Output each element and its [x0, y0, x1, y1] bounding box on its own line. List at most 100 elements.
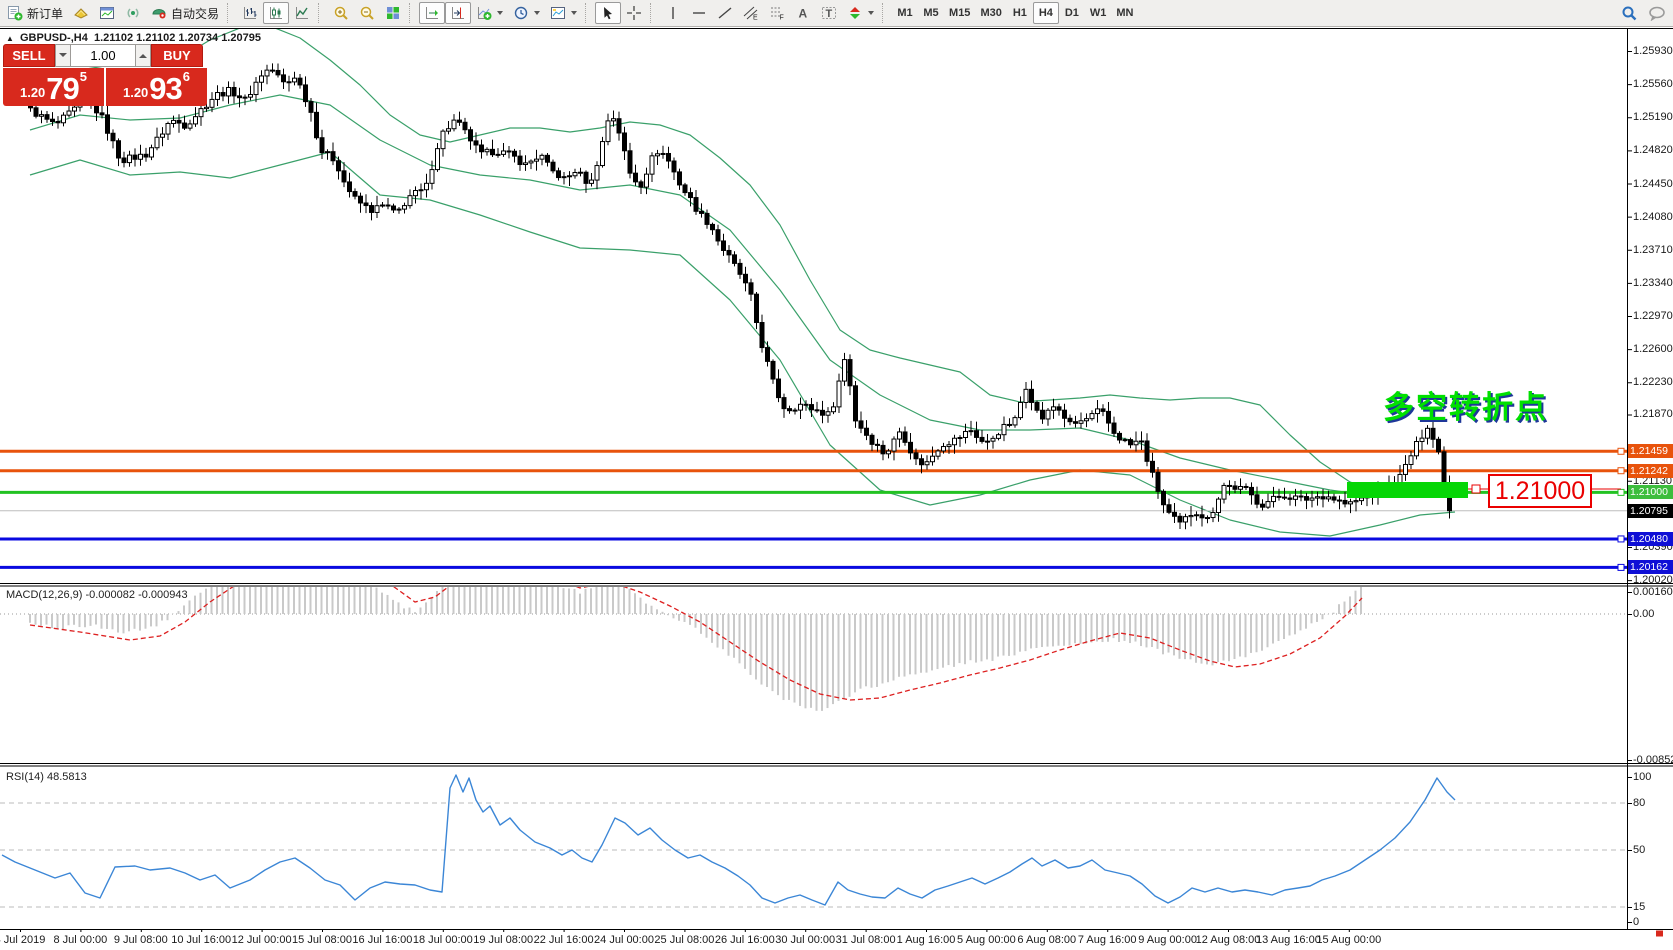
- fibonacci-button[interactable]: F: [764, 2, 790, 24]
- price-line-label: 1.21459: [1628, 444, 1673, 458]
- toolbar-separator: [585, 3, 592, 23]
- buy-button[interactable]: BUY: [151, 44, 203, 67]
- symbol-title: GBPUSD-,H4: [20, 32, 88, 44]
- toolbar-separator: [409, 3, 416, 23]
- zoom-out-button[interactable]: [354, 2, 380, 24]
- candlestick-chart-button[interactable]: [263, 2, 289, 24]
- bid-price[interactable]: 1.20 79 5: [3, 68, 104, 106]
- price-tick-label: 80: [1633, 797, 1645, 809]
- time-tick-label: 6 Aug 08:00: [1017, 934, 1076, 946]
- ask-pipette: 6: [183, 72, 190, 82]
- time-tick-label: 5 Aug 00:00: [957, 934, 1016, 946]
- price-tick-label: 1.25190: [1633, 111, 1673, 123]
- clock-icon: [513, 5, 529, 21]
- price-tick-label: 1.25930: [1633, 45, 1673, 57]
- autotrading-button[interactable]: 自动交易: [146, 2, 224, 24]
- text-label-button[interactable]: T: [816, 2, 842, 24]
- svg-text:T: T: [826, 8, 833, 20]
- timeframe-M1[interactable]: M1: [892, 2, 918, 24]
- horizontal-line-button[interactable]: [686, 2, 712, 24]
- periods-button[interactable]: [508, 2, 545, 24]
- ask-prefix: 1.20: [123, 82, 148, 104]
- volume-input[interactable]: [71, 44, 135, 67]
- bid-prefix: 1.20: [20, 82, 45, 104]
- chat-bubble-icon: [1648, 5, 1666, 21]
- sell-button[interactable]: SELL: [3, 44, 55, 67]
- timeframe-M30[interactable]: M30: [975, 2, 1006, 24]
- chart-shift-button[interactable]: [445, 2, 471, 24]
- timeframe-M15[interactable]: M15: [944, 2, 975, 24]
- svg-text:F: F: [780, 15, 784, 22]
- time-tick-label: 19 Jul 08:00: [473, 934, 533, 946]
- toolbar-separator: [227, 3, 234, 23]
- timeframe-W1[interactable]: W1: [1085, 2, 1112, 24]
- time-tick-label: 9 Jul 08:00: [114, 934, 168, 946]
- equidistant-channel-button[interactable]: E: [738, 2, 764, 24]
- zoom-out-icon: [359, 5, 375, 21]
- chart-window-button[interactable]: [94, 2, 120, 24]
- signals-button[interactable]: [120, 2, 146, 24]
- dropdown-caret-icon: [497, 11, 503, 15]
- signal-icon: [125, 5, 141, 21]
- price-line-label: 1.20162: [1628, 560, 1673, 574]
- tile-windows-button[interactable]: [380, 2, 406, 24]
- line-chart-icon: [294, 5, 310, 21]
- price-tick-label: 0: [1633, 916, 1639, 928]
- templates-button[interactable]: [545, 2, 582, 24]
- market-watch-button[interactable]: [68, 2, 94, 24]
- chat-button[interactable]: [1643, 2, 1671, 24]
- vertical-line-button[interactable]: [660, 2, 686, 24]
- price-callout-label[interactable]: 1.21000: [1488, 474, 1592, 508]
- chart-window-icon: [99, 5, 115, 21]
- text-button[interactable]: A: [790, 2, 816, 24]
- zoom-in-button[interactable]: [328, 2, 354, 24]
- timeframe-M5[interactable]: M5: [918, 2, 944, 24]
- price-tick-label: 50: [1633, 844, 1645, 856]
- time-tick-label: 26 Jul 16:00: [715, 934, 775, 946]
- candlestick-chart-icon: [268, 5, 284, 21]
- bar-chart-button[interactable]: [237, 2, 263, 24]
- time-tick-label: 22 Jul 16:00: [534, 934, 594, 946]
- timeframe-H4[interactable]: H4: [1033, 2, 1059, 24]
- price-tick-label: 1.25560: [1633, 78, 1673, 90]
- ask-price[interactable]: 1.20 93 6: [106, 68, 207, 106]
- line-chart-button[interactable]: [289, 2, 315, 24]
- new-order-button[interactable]: 新订单: [2, 2, 68, 24]
- zoom-in-icon: [333, 5, 349, 21]
- price-line-label: 1.21242: [1628, 464, 1673, 478]
- trendline-button[interactable]: [712, 2, 738, 24]
- volume-decrease-button[interactable]: [55, 44, 71, 67]
- volume-increase-button[interactable]: [135, 44, 151, 67]
- crosshair-icon: [626, 5, 642, 21]
- cursor-button[interactable]: [595, 2, 621, 24]
- crosshair-button[interactable]: [621, 2, 647, 24]
- price-tick-label: 1.24820: [1633, 144, 1673, 156]
- time-tick-label: 15 Jul 08:00: [292, 934, 352, 946]
- chart-canvas[interactable]: [0, 28, 1673, 950]
- price-tick-label: -0.008522: [1633, 754, 1673, 766]
- price-line-label: 1.21000: [1628, 485, 1673, 499]
- turning-point-annotation[interactable]: 多空转折点: [1383, 382, 1548, 427]
- indicators-button[interactable]: [471, 2, 508, 24]
- bid-big-digits: 79: [46, 74, 78, 104]
- timeframe-H1[interactable]: H1: [1007, 2, 1033, 24]
- mt4-window: 新订单 自动交易: [0, 0, 1673, 950]
- template-icon: [550, 5, 566, 21]
- macd-label: MACD(12,26,9) -0.000082 -0.000943: [6, 589, 188, 601]
- timeframe-D1[interactable]: D1: [1059, 2, 1085, 24]
- price-tick-label: 0.001607: [1633, 586, 1673, 598]
- tile-windows-icon: [385, 5, 401, 21]
- chart-area[interactable]: ▲ GBPUSD-,H4 1.21102 1.21102 1.20734 1.2…: [0, 28, 1673, 950]
- time-tick-label: 7 Aug 16:00: [1078, 934, 1137, 946]
- arrows-button[interactable]: [842, 2, 879, 24]
- search-button[interactable]: [1616, 2, 1643, 24]
- autotrading-icon: [151, 5, 167, 21]
- time-tick-label: 13 Aug 16:00: [1256, 934, 1321, 946]
- time-tick-label: 10 Jul 16:00: [171, 934, 231, 946]
- toolbar-separator: [882, 3, 889, 23]
- time-tick-label: 24 Jul 00:00: [594, 934, 654, 946]
- auto-scroll-button[interactable]: [419, 2, 445, 24]
- dropdown-caret-icon: [534, 11, 540, 15]
- fibonacci-icon: F: [769, 5, 785, 21]
- timeframe-MN[interactable]: MN: [1111, 2, 1138, 24]
